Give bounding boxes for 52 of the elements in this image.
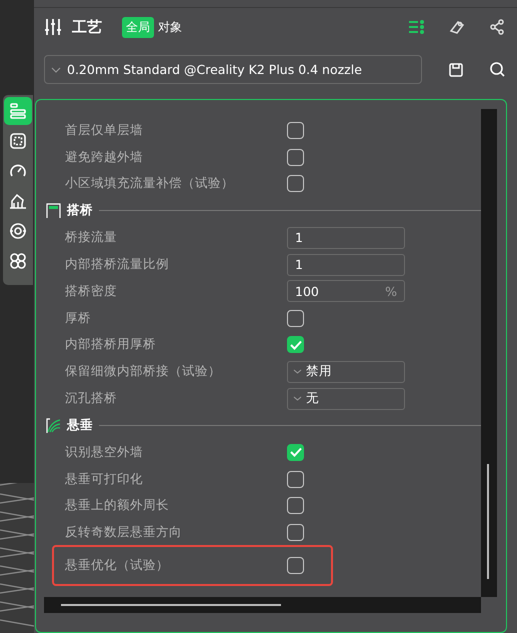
checkbox[interactable] [287,497,304,514]
checkbox[interactable] [287,310,304,327]
clover-icon [9,252,27,270]
caret-icon [293,396,302,402]
preset-dropdown[interactable]: 0.20mm Standard @Creality K2 Plus 0.4 nozzle [44,55,422,84]
setting-label: 内部搭桥用厚桥 [65,336,157,354]
setting-label: 小区域填充流量补偿（试验） [65,175,235,192]
checkbox[interactable] [287,122,304,139]
panel-title: 工艺 [72,18,102,36]
frame-icon [9,132,27,150]
checkbox[interactable] [287,148,304,166]
setting-label: 搭桥密度 [65,282,118,300]
setting-label: 桥接流量 [65,229,118,246]
spool-icon [9,222,27,240]
caret-icon [51,66,61,72]
setting-label: 避免跨越外墙 [65,148,144,166]
setting-label: 厚桥 [65,310,92,327]
list-view-icon[interactable] [409,20,425,34]
setting-label: 悬垂上的额外周长 [65,497,170,514]
number-field[interactable]: 1 [287,254,405,276]
share-icon[interactable] [489,19,505,35]
setting-label: 悬垂可打印化 [65,470,144,488]
checkbox[interactable] [287,336,304,354]
select-dropdown[interactable]: 无 [287,388,405,410]
layers-icon [9,102,27,120]
caret-icon [293,369,302,374]
setting-label: 沉孔搭桥 [65,390,118,408]
save-icon[interactable] [449,62,463,76]
setting-label: 悬垂优化（试验） [65,557,170,574]
checkbox[interactable] [287,470,304,488]
bridge-icon [46,203,61,218]
number-field[interactable]: 1 [287,226,405,249]
number-field[interactable]: 100 % [287,280,405,302]
checkbox[interactable] [287,444,304,461]
scope-tab[interactable]: 对象 [154,16,186,38]
setting-label: 首层仅单层墙 [65,122,144,139]
checkbox[interactable] [287,175,304,192]
overhang-icon [46,418,61,433]
setting-label: 反转奇数层悬垂方向 [65,524,183,542]
horizontal-scrollbar[interactable] [44,597,481,613]
select-dropdown[interactable]: 禁用 [287,360,405,383]
vertical-scrollbar[interactable] [481,109,497,597]
search-icon[interactable] [490,62,505,77]
setting-label: 保留细微内部桥接（试验） [65,363,222,380]
sliders-icon [45,18,61,36]
section-title: 悬垂 [67,416,93,434]
checkbox[interactable] [287,557,304,574]
side-tab[interactable] [4,97,32,125]
setting-label: 识别悬空外墙 [65,444,144,461]
checkbox[interactable] [287,524,304,542]
section-title: 搭桥 [67,202,93,220]
setting-label: 内部搭桥流量比例 [65,256,170,274]
